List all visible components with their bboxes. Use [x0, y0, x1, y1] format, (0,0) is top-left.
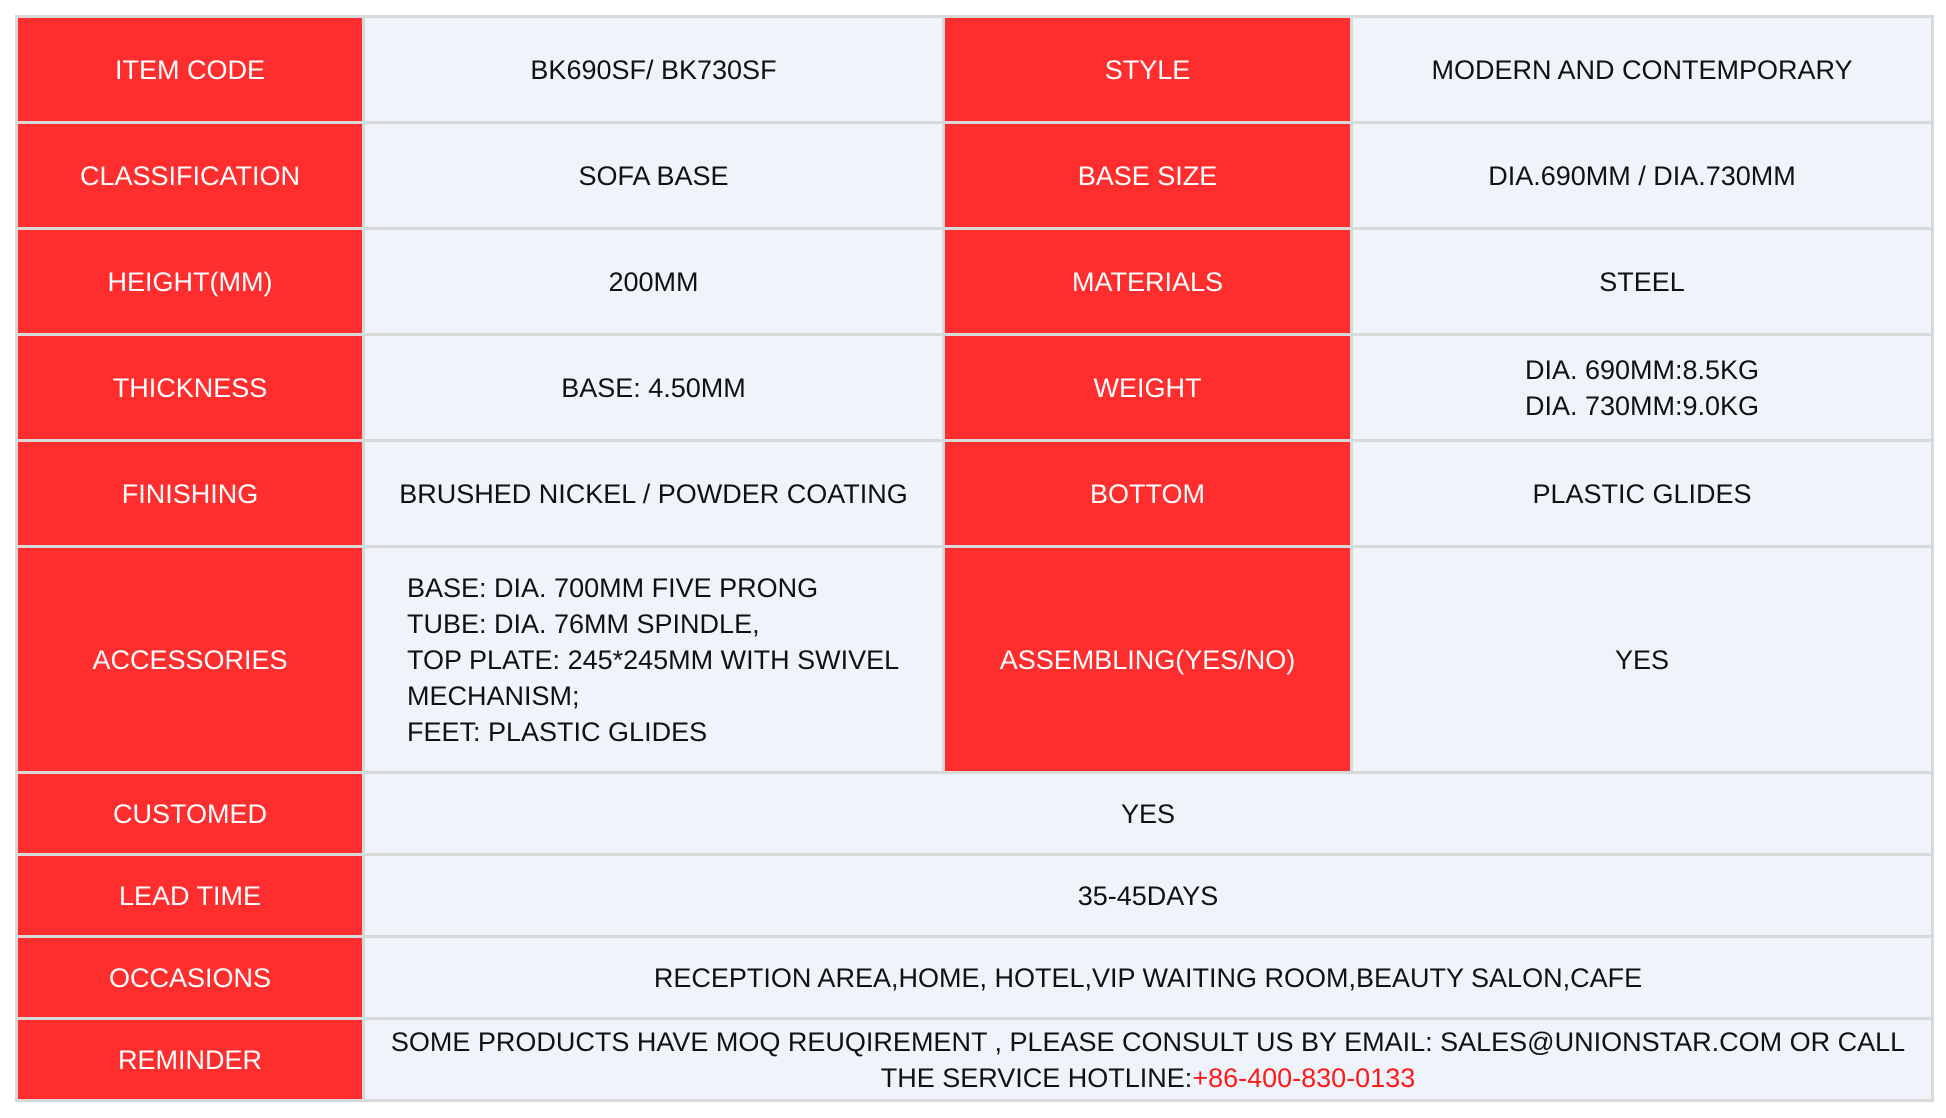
lead-time-value: 35-45DAYS: [365, 856, 1934, 938]
spec-row-customed: CUSTOMED YES: [18, 774, 1934, 856]
accessories-line-feet: FEET: PLASTIC GLIDES: [407, 716, 708, 747]
reminder-value: SOME PRODUCTS HAVE MOQ REUQIREMENT , PLE…: [365, 1020, 1934, 1102]
item-code-value: BK690SF/ BK730SF: [365, 18, 945, 124]
materials-value: STEEL: [1353, 230, 1934, 336]
spec-row-lead-time: LEAD TIME 35-45DAYS: [18, 856, 1934, 938]
customed-value: YES: [365, 774, 1934, 856]
spec-row-finishing: FINISHING BRUSHED NICKEL / POWDER COATIN…: [18, 442, 1934, 548]
accessories-line-mechanism: MECHANISM;: [407, 680, 580, 711]
accessories-line-top-plate: TOP PLATE: 245*245MM WITH SWIVEL: [407, 644, 900, 675]
height-value: 200MM: [365, 230, 945, 336]
style-value: MODERN AND CONTEMPORARY: [1353, 18, 1934, 124]
accessories-value: BASE: DIA. 700MM FIVE PRONG TUBE: DIA. 7…: [365, 548, 945, 774]
customed-label: CUSTOMED: [18, 774, 365, 856]
height-label: HEIGHT(MM): [18, 230, 365, 336]
weight-label: WEIGHT: [945, 336, 1353, 442]
spec-row-occasions: OCCASIONS RECEPTION AREA,HOME, HOTEL,VIP…: [18, 938, 1934, 1020]
item-code-label: ITEM CODE: [18, 18, 365, 124]
weight-line-730: DIA. 730MM:9.0KG: [1524, 390, 1760, 421]
spec-row-thickness: THICKNESS BASE: 4.50MM WEIGHT DIA. 690MM…: [18, 336, 1934, 442]
bottom-value: PLASTIC GLIDES: [1353, 442, 1934, 548]
weight-value: DIA. 690MM:8.5KG DIA. 730MM:9.0KG: [1353, 336, 1934, 442]
accessories-label: ACCESSORIES: [18, 548, 365, 774]
classification-label: CLASSIFICATION: [18, 124, 365, 230]
materials-label: MATERIALS: [945, 230, 1353, 336]
weight-line-690: DIA. 690MM:8.5KG: [1524, 354, 1760, 385]
spec-row-height: HEIGHT(MM) 200MM MATERIALS STEEL: [18, 230, 1934, 336]
assembling-label: ASSEMBLING(YES/NO): [945, 548, 1353, 774]
bottom-label: BOTTOM: [945, 442, 1353, 548]
finishing-label: FINISHING: [18, 442, 365, 548]
accessories-line-base: BASE: DIA. 700MM FIVE PRONG: [407, 572, 819, 603]
spec-row-reminder: REMINDER SOME PRODUCTS HAVE MOQ REUQIREM…: [18, 1020, 1934, 1102]
product-spec-table: ITEM CODE BK690SF/ BK730SF STYLE MODERN …: [15, 15, 1934, 1102]
reminder-line-1: SOME PRODUCTS HAVE MOQ REUQIREMENT , PLE…: [390, 1026, 1906, 1057]
base-size-value: DIA.690MM / DIA.730MM: [1353, 124, 1934, 230]
service-hotline-number: +86-400-830-0133: [1192, 1062, 1416, 1093]
thickness-label: THICKNESS: [18, 336, 365, 442]
base-size-label: BASE SIZE: [945, 124, 1353, 230]
classification-value: SOFA BASE: [365, 124, 945, 230]
style-label: STYLE: [945, 18, 1353, 124]
thickness-value: BASE: 4.50MM: [365, 336, 945, 442]
reminder-line-2: THE SERVICE HOTLINE:+86-400-830-0133: [375, 1060, 1921, 1096]
spec-row-item-code: ITEM CODE BK690SF/ BK730SF STYLE MODERN …: [18, 18, 1934, 124]
lead-time-label: LEAD TIME: [18, 856, 365, 938]
spec-row-classification: CLASSIFICATION SOFA BASE BASE SIZE DIA.6…: [18, 124, 1934, 230]
occasions-label: OCCASIONS: [18, 938, 365, 1020]
accessories-line-tube: TUBE: DIA. 76MM SPINDLE,: [407, 608, 760, 639]
reminder-label: REMINDER: [18, 1020, 365, 1102]
assembling-value: YES: [1353, 548, 1934, 774]
reminder-hotline-prefix: THE SERVICE HOTLINE:: [880, 1062, 1193, 1093]
finishing-value: BRUSHED NICKEL / POWDER COATING: [365, 442, 945, 548]
spec-row-accessories: ACCESSORIES BASE: DIA. 700MM FIVE PRONG …: [18, 548, 1934, 774]
occasions-value: RECEPTION AREA,HOME, HOTEL,VIP WAITING R…: [365, 938, 1934, 1020]
